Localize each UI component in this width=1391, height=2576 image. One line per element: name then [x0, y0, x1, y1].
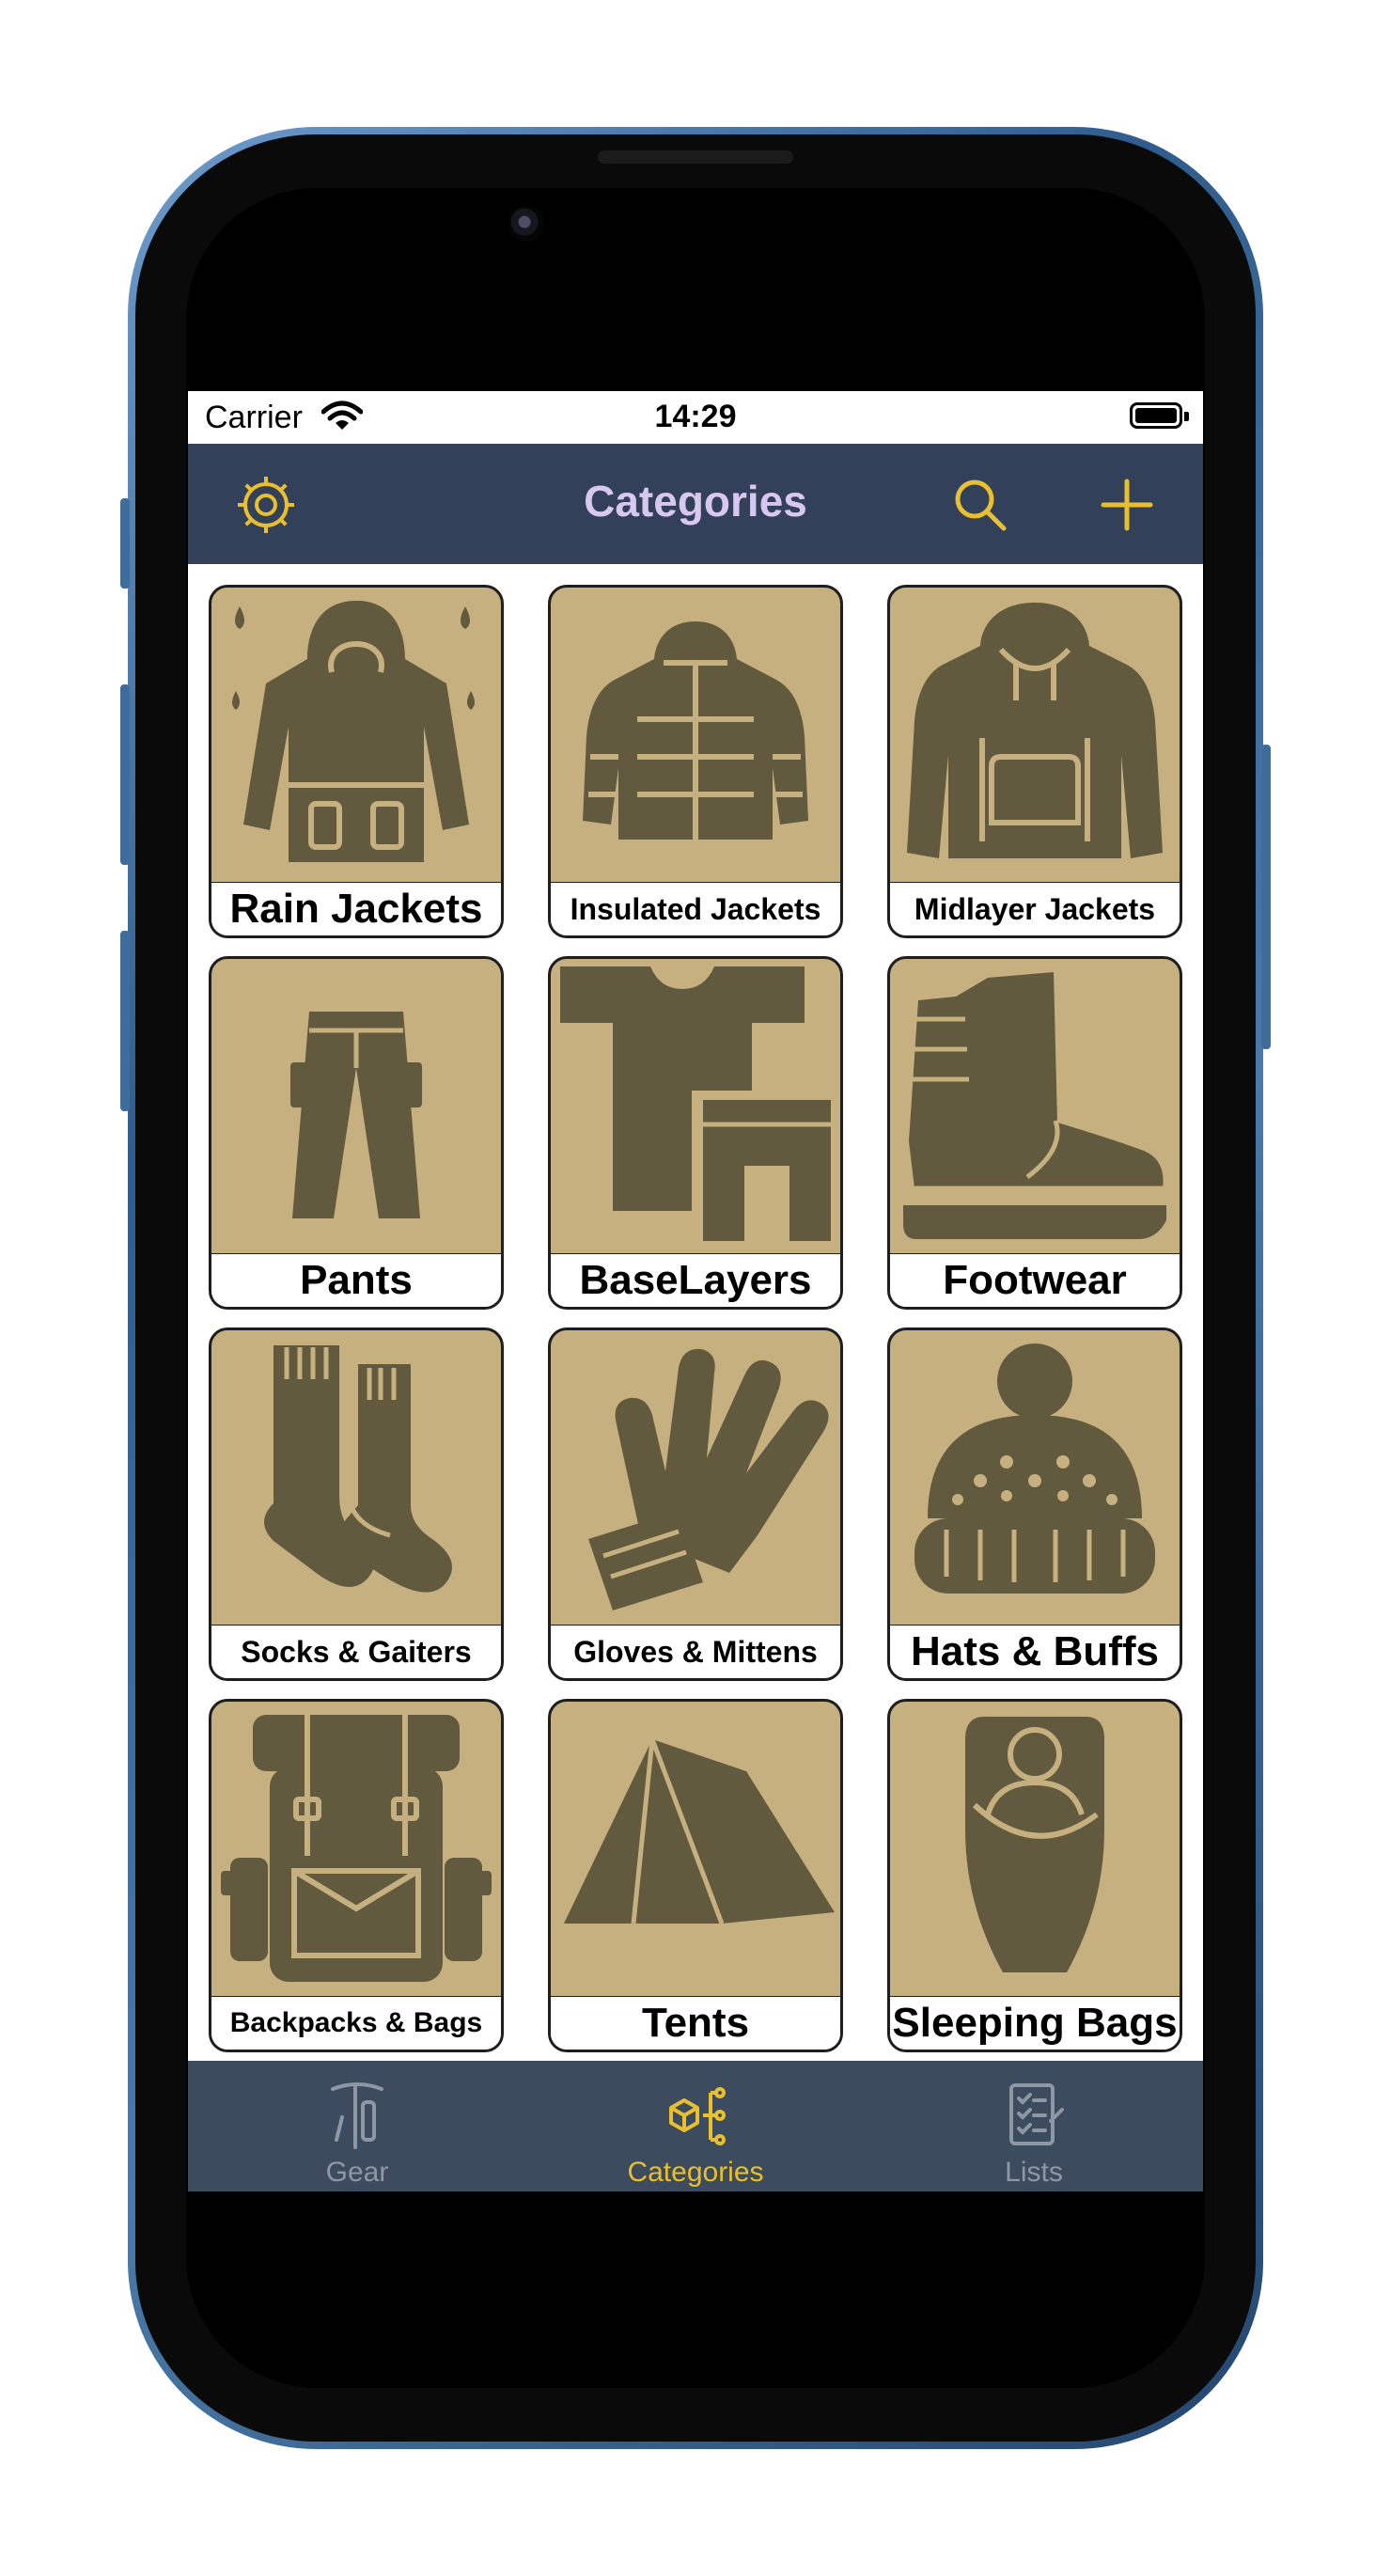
category-label: Footwear: [890, 1253, 1180, 1307]
navigation-bar: Categories: [188, 444, 1203, 564]
insulated-jacket-icon: [583, 621, 808, 841]
backpack-icon: [221, 1715, 492, 1982]
tab-label: Lists: [1005, 2157, 1063, 2188]
hoodie-icon: [907, 603, 1163, 858]
category-tile-sleeping-bags[interactable]: Sleeping Bags: [887, 1699, 1182, 2052]
beanie-icon: [914, 1343, 1155, 1594]
ice-axe-icon: [331, 2082, 383, 2149]
earpiece-speaker: [598, 150, 793, 164]
category-label: Tents: [551, 1996, 840, 2050]
tab-label: Categories: [627, 2157, 764, 2188]
category-label: Gloves & Mittens: [551, 1625, 840, 1678]
category-tree-icon: [669, 2087, 726, 2145]
battery-icon: [1130, 402, 1189, 429]
power-button: [1261, 745, 1271, 1049]
front-camera: [508, 206, 544, 242]
status-bar: Carrier 14:29: [188, 391, 1203, 444]
tent-icon: [564, 1738, 835, 1924]
volume-up-button: [120, 684, 130, 865]
category-label: Rain Jackets: [211, 882, 501, 935]
boot-icon: [903, 972, 1166, 1239]
category-label: BaseLayers: [551, 1253, 840, 1307]
category-tile-gloves-mittens[interactable]: Gloves & Mittens: [548, 1327, 843, 1681]
category-tile-socks-gaiters[interactable]: Socks & Gaiters: [209, 1327, 504, 1681]
category-tile-footwear[interactable]: Footwear: [887, 956, 1182, 1310]
category-label: Midlayer Jackets: [890, 882, 1180, 935]
status-time: 14:29: [654, 399, 737, 434]
category-label: Insulated Jackets: [551, 882, 840, 935]
category-tile-tents[interactable]: Tents: [548, 1699, 843, 2052]
category-tile-midlayer-jackets[interactable]: Midlayer Jackets: [887, 585, 1182, 938]
checklist-icon: [1009, 2083, 1064, 2145]
tab-label: Gear: [325, 2157, 389, 2188]
tab-bar: Gear Categories Lists: [188, 2061, 1203, 2191]
pants-icon: [290, 1012, 422, 1218]
volume-down-button: [120, 931, 130, 1111]
category-label: Hats & Buffs: [890, 1625, 1180, 1678]
category-tile-backpacks-bags[interactable]: Backpacks & Bags: [209, 1699, 504, 2052]
category-tile-insulated-jackets[interactable]: Insulated Jackets: [548, 585, 843, 938]
category-tile-hats-buffs[interactable]: Hats & Buffs: [887, 1327, 1182, 1681]
category-label: Socks & Gaiters: [211, 1625, 501, 1678]
tab-categories[interactable]: Categories: [526, 2061, 865, 2191]
category-tile-rain-jackets[interactable]: Rain Jackets: [209, 585, 504, 938]
socks-icon: [264, 1345, 452, 1593]
category-label: Backpacks & Bags: [211, 1996, 501, 2050]
category-label: Pants: [211, 1253, 501, 1307]
side-button: [120, 498, 130, 589]
baselayer-icon: [560, 966, 833, 1249]
rain-jacket-icon: [232, 601, 475, 862]
tab-gear[interactable]: Gear: [188, 2061, 526, 2191]
page-title: Categories: [584, 477, 807, 526]
category-tile-pants[interactable]: Pants: [209, 956, 504, 1310]
sleeping-bag-icon: [965, 1717, 1104, 1972]
category-tile-baselayers[interactable]: BaseLayers: [548, 956, 843, 1310]
search-icon[interactable]: [947, 472, 1013, 538]
app-screen: Carrier 14:29 Categories Rain Jackets In…: [188, 391, 1203, 2191]
glove-icon: [588, 1348, 829, 1610]
tab-lists[interactable]: Lists: [865, 2061, 1203, 2191]
category-label: Sleeping Bags: [890, 1996, 1180, 2050]
plus-icon[interactable]: [1094, 472, 1160, 538]
